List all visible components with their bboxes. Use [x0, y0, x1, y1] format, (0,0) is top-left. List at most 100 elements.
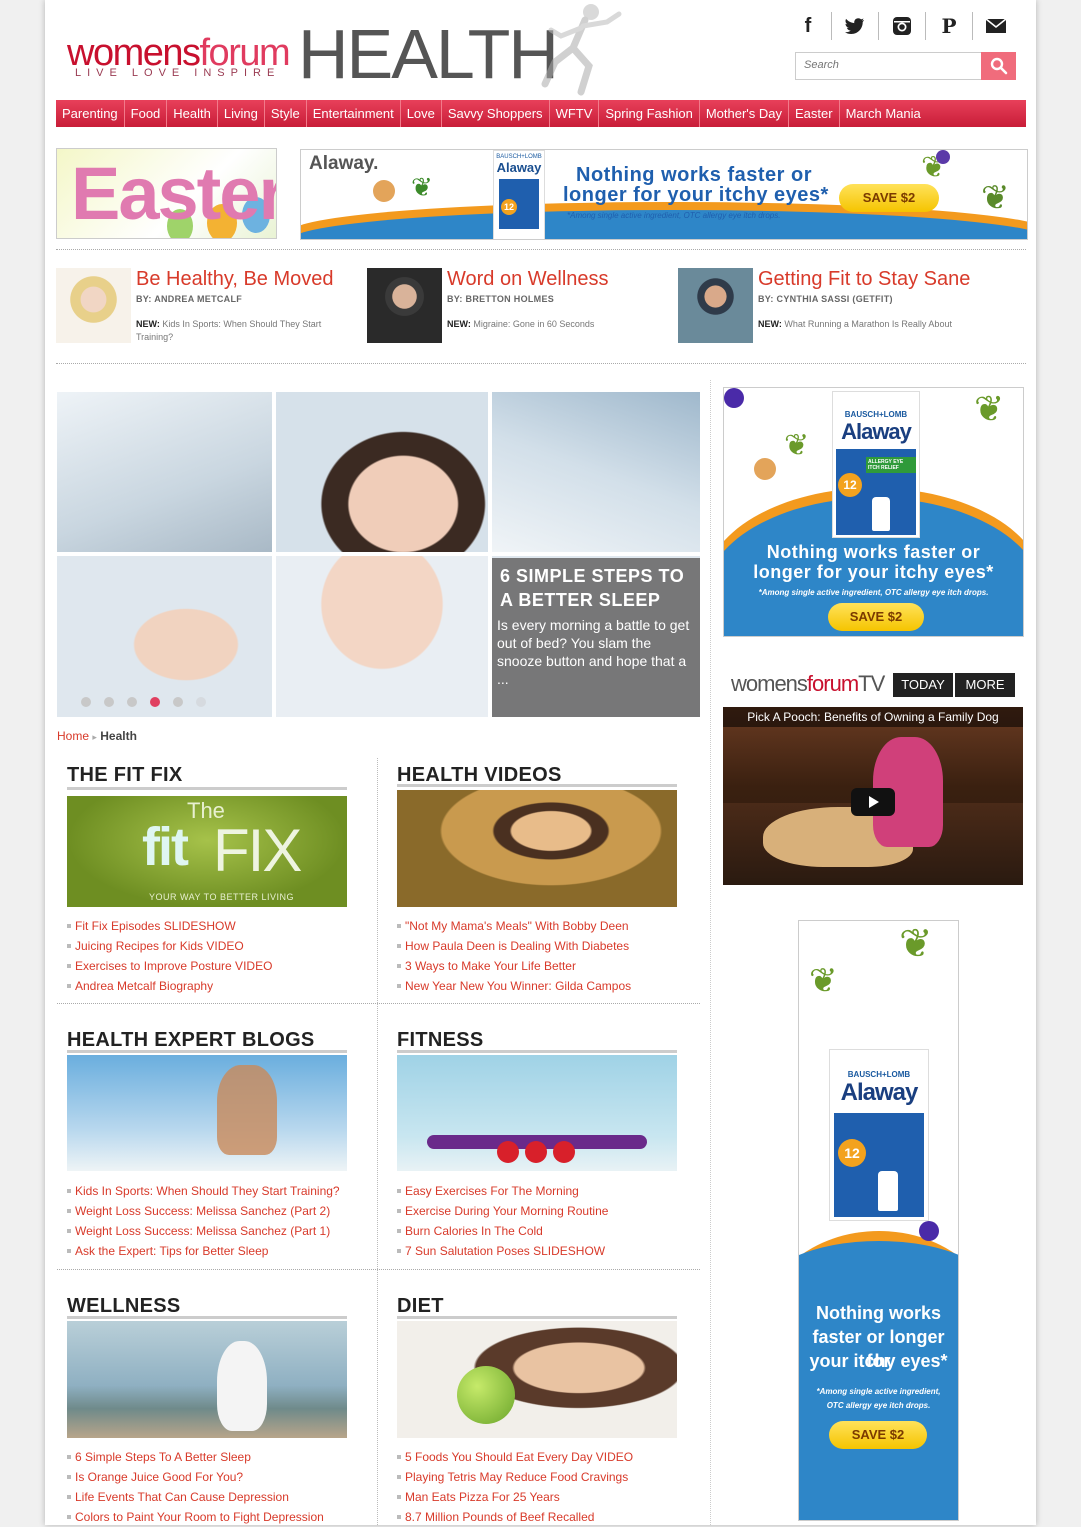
list-item-link[interactable]: How Paula Deen is Dealing With Diabetes: [397, 936, 687, 956]
slide-title[interactable]: 6 SIMPLE STEPS TO A BETTER SLEEP: [500, 564, 696, 612]
section-title-fit-fix[interactable]: THE FIT FIX: [67, 764, 183, 787]
alaway-sidebar-ad[interactable]: ❦ ❦ BAUSCH+LOMB Alaway 12 ALLERGY EYE IT…: [723, 387, 1024, 637]
blogger-title[interactable]: Word on Wellness: [447, 268, 609, 291]
new-post-link[interactable]: Kids In Sports: When Should They Start T…: [136, 319, 321, 342]
blogger-title[interactable]: Getting Fit to Stay Sane: [758, 268, 970, 291]
list-item-link[interactable]: Colors to Paint Your Room to Fight Depre…: [67, 1507, 357, 1527]
nav-item-march-mania[interactable]: March Mania: [840, 100, 927, 127]
tab-today[interactable]: TODAY: [893, 673, 953, 697]
video-player[interactable]: Pick A Pooch: Benefits of Owning a Famil…: [723, 707, 1023, 885]
womensforum-tv-logo[interactable]: womensforumTV: [731, 671, 885, 697]
list-item-link[interactable]: Life Events That Can Cause Depression: [67, 1487, 357, 1507]
ad-product-box: BAUSCH+LOMB Alaway 12: [493, 150, 545, 239]
diet-image[interactable]: [397, 1321, 677, 1438]
fit-fix-fix: FIX: [213, 817, 302, 884]
nav-item-wftv[interactable]: WFTV: [550, 100, 600, 127]
list-item-link[interactable]: 3 Ways to Make Your Life Better: [397, 956, 687, 976]
slide-dot[interactable]: [196, 697, 206, 707]
twitter-icon[interactable]: [832, 12, 879, 40]
blogger-byline: BY: BRETTON HOLMES: [447, 294, 555, 304]
list-item-link[interactable]: Ask the Expert: Tips for Better Sleep: [67, 1241, 357, 1261]
nav-item-easter[interactable]: Easter: [789, 100, 840, 127]
list-item-link[interactable]: "Not My Mama's Meals" With Bobby Deen: [397, 916, 687, 936]
search-input[interactable]: [796, 53, 982, 77]
list-item-link[interactable]: Is Orange Juice Good For You?: [67, 1467, 357, 1487]
alaway-skyscraper-ad[interactable]: ❦ ❦ BAUSCH+LOMB Alaway 12 Nothing works …: [798, 920, 959, 1521]
list-item-link[interactable]: 7 Sun Salutation Poses SLIDESHOW: [397, 1241, 687, 1261]
play-button[interactable]: [851, 788, 895, 816]
health-videos-image[interactable]: [397, 790, 677, 907]
section-title-wellness[interactable]: WELLNESS: [67, 1295, 181, 1318]
nav-item-entertainment[interactable]: Entertainment: [307, 100, 401, 127]
list-item-link[interactable]: Man Eats Pizza For 25 Years: [397, 1487, 687, 1507]
nav-item-health[interactable]: Health: [167, 100, 218, 127]
breadcrumb-home[interactable]: Home: [57, 729, 89, 743]
tv-logo-main: womens: [731, 671, 808, 696]
list-item-link[interactable]: Andrea Metcalf Biography: [67, 976, 357, 996]
list-item-link[interactable]: 5 Foods You Should Eat Every Day VIDEO: [397, 1447, 687, 1467]
section-title-fitness[interactable]: FITNESS: [397, 1029, 484, 1052]
ad-save-button[interactable]: SAVE $2: [839, 184, 939, 212]
blogger-title[interactable]: Be Healthy, Be Moved: [136, 268, 334, 291]
email-icon[interactable]: [973, 12, 1019, 40]
search-button[interactable]: [981, 52, 1016, 80]
list-item-link[interactable]: 8.7 Million Pounds of Beef Recalled: [397, 1507, 687, 1527]
fitness-image[interactable]: [397, 1055, 677, 1171]
slide-dot[interactable]: [127, 697, 137, 707]
slide-dot-active[interactable]: [150, 697, 160, 707]
alaway-leaderboard-ad[interactable]: Alaway. ❦ BAUSCH+LOMB Alaway 12 Nothing …: [300, 149, 1028, 240]
nav-item-food[interactable]: Food: [125, 100, 168, 127]
new-post-link[interactable]: What Running a Marathon Is Really About: [784, 319, 952, 329]
nav-item-parenting[interactable]: Parenting: [56, 100, 125, 127]
search-field[interactable]: [795, 52, 983, 80]
blogger-photo[interactable]: [678, 268, 753, 343]
list-item-link[interactable]: Exercise During Your Morning Routine: [397, 1201, 687, 1221]
list-item-link[interactable]: Burn Calories In The Cold: [397, 1221, 687, 1241]
nav-item-living[interactable]: Living: [218, 100, 265, 127]
health-expert-blogs-image[interactable]: [67, 1055, 347, 1171]
kettlebell-icon: [553, 1141, 575, 1163]
facebook-icon[interactable]: f: [785, 12, 832, 40]
list-item-link[interactable]: Playing Tetris May Reduce Food Cravings: [397, 1467, 687, 1487]
tv-logo-accent: forum: [806, 671, 859, 696]
nav-item-mothers-day[interactable]: Mother's Day: [700, 100, 790, 127]
list-item-link[interactable]: Weight Loss Success: Melissa Sanchez (Pa…: [67, 1201, 357, 1221]
section-title-diet[interactable]: DIET: [397, 1295, 444, 1318]
list-item-link[interactable]: Weight Loss Success: Melissa Sanchez (Pa…: [67, 1221, 357, 1241]
ad-save-button[interactable]: SAVE $2: [828, 603, 924, 631]
tab-more[interactable]: MORE: [955, 673, 1015, 697]
slide-caption[interactable]: 6 SIMPLE STEPS TO A BETTER SLEEP Is ever…: [492, 558, 700, 717]
easter-banner[interactable]: Easter: [56, 148, 277, 239]
list-item-link[interactable]: Fit Fix Episodes SLIDESHOW: [67, 916, 357, 936]
blogger-photo[interactable]: [56, 268, 131, 343]
section-title-health-expert-blogs[interactable]: HEALTH EXPERT BLOGS: [67, 1029, 315, 1052]
blogger-photo[interactable]: [367, 268, 442, 343]
logo-tagline: LIVE LOVE INSPIRE: [75, 67, 281, 79]
nav-item-love[interactable]: Love: [401, 100, 442, 127]
list-item-link[interactable]: New Year New You Winner: Gilda Campos: [397, 976, 687, 996]
pinterest-icon[interactable]: P: [926, 12, 973, 40]
wellness-image[interactable]: [67, 1321, 347, 1438]
blogger-new-post[interactable]: NEW: Kids In Sports: When Should They St…: [136, 318, 346, 344]
blogger-new-post[interactable]: NEW: What Running a Marathon Is Really A…: [758, 318, 998, 331]
plant-icon: ❦: [411, 172, 433, 202]
slide-dot[interactable]: [104, 697, 114, 707]
nav-item-savvy-shoppers[interactable]: Savvy Shoppers: [442, 100, 550, 127]
new-post-link[interactable]: Migraine: Gone in 60 Seconds: [473, 319, 594, 329]
slide-dot[interactable]: [173, 697, 183, 707]
list-item-link[interactable]: Easy Exercises For The Morning: [397, 1181, 687, 1201]
list-item-link[interactable]: Exercises to Improve Posture VIDEO: [67, 956, 357, 976]
ad-save-button[interactable]: SAVE $2: [829, 1421, 927, 1449]
fit-fix-image[interactable]: The fit FIX YOUR WAY TO BETTER LIVING: [67, 796, 347, 907]
list-item-link[interactable]: Kids In Sports: When Should They Start T…: [67, 1181, 357, 1201]
slide-dot[interactable]: [81, 697, 91, 707]
section-rule: [397, 1316, 677, 1319]
list-item-link[interactable]: Juicing Recipes for Kids VIDEO: [67, 936, 357, 956]
nav-item-spring-fashion[interactable]: Spring Fashion: [599, 100, 700, 127]
section-links: 6 Simple Steps To A Better Sleep Is Oran…: [67, 1447, 357, 1527]
blogger-new-post[interactable]: NEW: Migraine: Gone in 60 Seconds: [447, 318, 657, 331]
list-item-link[interactable]: 6 Simple Steps To A Better Sleep: [67, 1447, 357, 1467]
video-title[interactable]: Pick A Pooch: Benefits of Owning a Famil…: [723, 707, 1023, 727]
nav-item-style[interactable]: Style: [265, 100, 307, 127]
instagram-icon[interactable]: [879, 12, 926, 40]
